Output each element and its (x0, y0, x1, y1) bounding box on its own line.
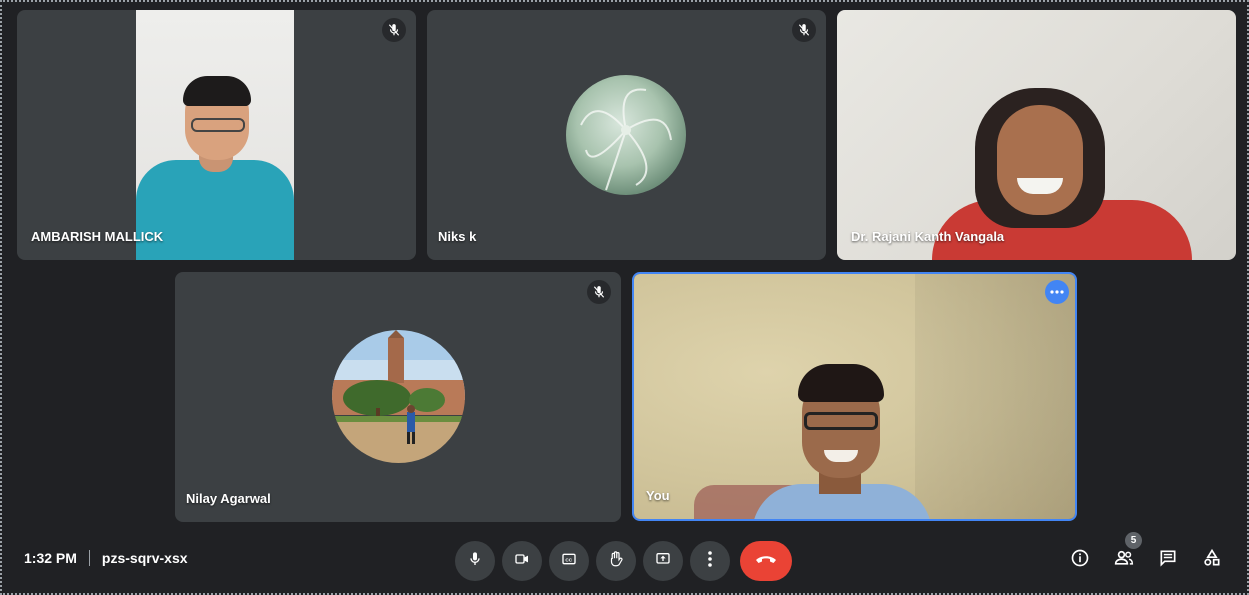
svg-text:CC: CC (565, 557, 572, 562)
participant-tile-rajani[interactable]: Dr. Rajani Kanth Vangala (837, 10, 1236, 260)
end-call-icon (754, 552, 778, 570)
captions-button[interactable]: CC (549, 541, 589, 581)
participant-name: AMBARISH MALLICK (31, 229, 164, 244)
present-button[interactable] (643, 541, 683, 581)
participant-tile-self[interactable]: You (632, 272, 1077, 521)
camera-button[interactable] (502, 541, 542, 581)
participant-name: Niks k (438, 229, 477, 244)
mic-muted-icon (587, 280, 611, 304)
raise-hand-icon (607, 550, 625, 573)
mic-muted-icon (792, 18, 816, 42)
more-options-icon (708, 550, 712, 572)
meeting-code: pzs-sqrv-xsx (101, 550, 188, 566)
end-call-button[interactable] (740, 541, 792, 581)
divider (88, 550, 90, 566)
participant-video (634, 274, 1075, 519)
participant-tile-nilay[interactable]: Nilay Agarwal (175, 272, 621, 522)
participant-name: Nilay Agarwal (186, 491, 271, 506)
bottom-toolbar: 1:32 PM pzs-sqrv-xsx CC (0, 530, 1249, 595)
activities-button[interactable] (1197, 545, 1227, 575)
activities-icon (1202, 548, 1222, 573)
meeting-details: 1:32 PM pzs-sqrv-xsx (24, 550, 188, 566)
info-icon (1070, 548, 1090, 573)
mic-muted-icon (382, 18, 406, 42)
mic-button[interactable] (455, 541, 495, 581)
more-options-button[interactable] (690, 541, 730, 581)
participant-tile-niks[interactable]: Niks k (427, 10, 826, 260)
participant-video (837, 10, 1236, 260)
captions-icon: CC (560, 551, 578, 572)
avatar (332, 330, 465, 463)
participant-name: Dr. Rajani Kanth Vangala (851, 229, 1005, 244)
present-icon (654, 551, 672, 572)
camera-icon (513, 551, 531, 572)
mic-icon (467, 551, 483, 572)
participant-tile-ambarish[interactable]: AMBARISH MALLICK (17, 10, 416, 260)
meeting-time: 1:32 PM (24, 550, 77, 566)
chat-icon (1158, 548, 1178, 573)
chat-button[interactable] (1153, 545, 1183, 575)
raise-hand-button[interactable] (596, 541, 636, 581)
people-icon (1113, 548, 1135, 573)
participant-video (136, 10, 294, 260)
tile-options-button[interactable] (1045, 280, 1069, 304)
avatar (566, 75, 686, 195)
participant-count-badge: 5 (1125, 532, 1142, 549)
people-button[interactable] (1109, 545, 1139, 575)
info-button[interactable] (1065, 545, 1095, 575)
participant-name: You (646, 488, 670, 503)
